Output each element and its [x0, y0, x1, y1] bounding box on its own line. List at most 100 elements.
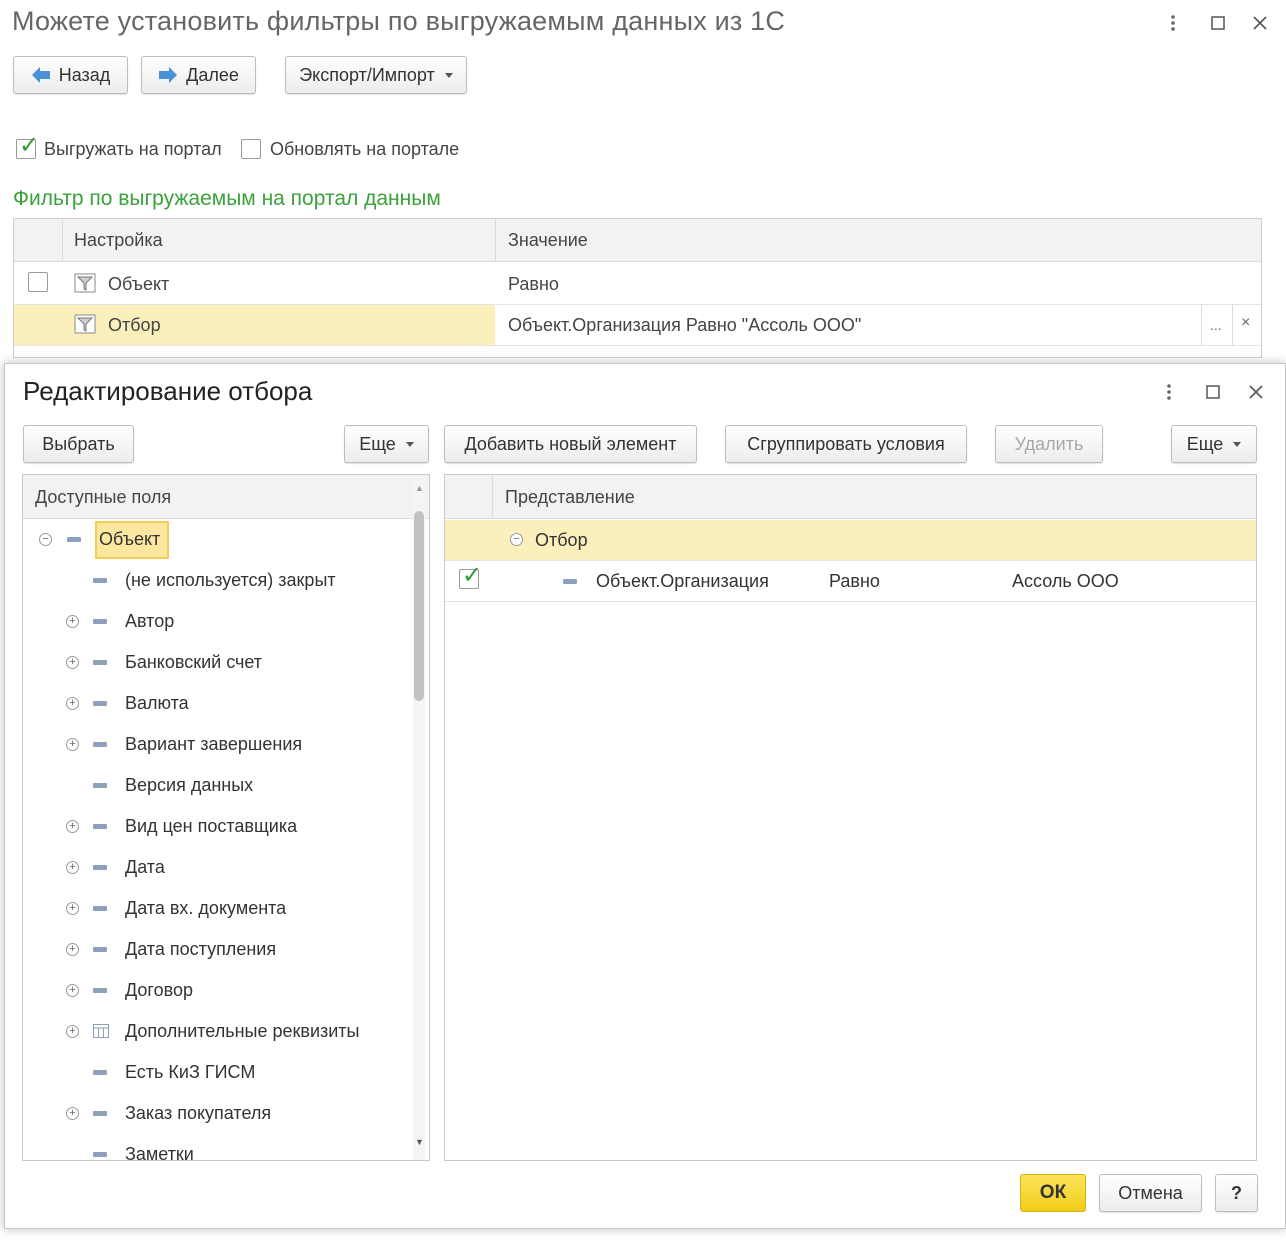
help-button[interactable]: ? — [1215, 1174, 1258, 1212]
expand-icon[interactable]: + — [66, 1025, 79, 1038]
tree-item[interactable]: + Вариант завершения — [23, 724, 411, 765]
delete-button[interactable]: Удалить — [995, 425, 1103, 463]
group-conditions-button[interactable]: Сгруппировать условия — [725, 425, 967, 463]
field-icon — [93, 701, 107, 706]
tree-item[interactable]: + Банковский счет — [23, 642, 411, 683]
expand-icon[interactable]: + — [66, 615, 79, 628]
maximize-icon[interactable] — [1207, 12, 1229, 34]
tree-item[interactable]: Заметки — [23, 1134, 411, 1160]
expand-icon[interactable]: + — [66, 820, 79, 833]
available-fields-tree: − Объект (не используется) закрыт + Автор + Ба… — [23, 519, 411, 1160]
field-icon — [93, 947, 107, 952]
scroll-down-icon[interactable]: ▼ — [415, 1137, 424, 1147]
chevron-down-icon — [1233, 441, 1242, 447]
upload-checkbox[interactable]: ✓ — [16, 134, 39, 159]
table-icon — [93, 1024, 109, 1043]
tree-item[interactable]: − Объект — [23, 519, 411, 560]
grid-header — [14, 219, 1261, 262]
add-element-button[interactable]: Добавить новый элемент — [444, 425, 697, 463]
filter-group-label[interactable]: Отбор — [535, 530, 588, 551]
condition-value[interactable]: Ассоль ООО — [1012, 571, 1119, 592]
arrow-right-icon — [159, 67, 178, 83]
expand-icon[interactable]: + — [66, 738, 79, 751]
update-label: Обновлять на портале — [270, 139, 460, 159]
presentation-header: Представление — [505, 487, 635, 507]
more-left-label: Еще — [359, 433, 396, 454]
row-value-filter[interactable]: Объект.Организация Равно "Ассоль ООО" — [508, 315, 861, 336]
condition-comparison[interactable]: Равно — [829, 571, 880, 592]
back-button[interactable]: Назад — [13, 56, 128, 94]
collapse-icon[interactable]: − — [39, 533, 52, 546]
field-icon — [93, 660, 107, 665]
row-name-object[interactable]: Объект — [108, 274, 169, 295]
clear-value-icon[interactable]: × — [1241, 314, 1250, 332]
tree-item[interactable]: Есть КиЗ ГИСМ — [23, 1052, 411, 1093]
expand-icon[interactable]: + — [66, 1107, 79, 1120]
tree-item-label: Есть КиЗ ГИСМ — [125, 1062, 256, 1082]
tree-item-label: Договор — [125, 980, 193, 1000]
more-vertical-icon[interactable] — [1158, 381, 1180, 403]
next-button-label: Далее — [186, 64, 239, 85]
tree-item[interactable]: Версия данных — [23, 765, 411, 806]
more-left-button[interactable]: Еще — [344, 425, 429, 463]
tree-item[interactable]: + Дата — [23, 847, 411, 888]
tree-item[interactable]: + Заказ покупателя — [23, 1093, 411, 1134]
expand-icon[interactable]: + — [66, 861, 79, 874]
select-button[interactable]: Выбрать — [23, 425, 134, 463]
expand-icon[interactable]: + — [66, 984, 79, 997]
available-fields-header: Доступные поля — [35, 487, 172, 507]
dialog-title: Редактирование отбора — [23, 376, 313, 406]
expand-icon[interactable]: + — [66, 656, 79, 669]
maximize-icon[interactable] — [1202, 381, 1224, 403]
field-icon — [93, 906, 107, 911]
tree-item[interactable]: + Вид цен поставщика — [23, 806, 411, 847]
row-value-object[interactable]: Равно — [508, 274, 559, 295]
tree-item[interactable]: + Дата вх. документа — [23, 888, 411, 929]
checkmark-icon: ✓ — [462, 562, 483, 589]
tree-item[interactable]: + Дата поступления — [23, 929, 411, 970]
field-icon — [93, 1152, 107, 1157]
update-checkbox[interactable] — [241, 139, 261, 159]
condition-field[interactable]: Объект.Организация — [596, 571, 769, 592]
expand-icon[interactable]: + — [66, 902, 79, 915]
tree-item[interactable]: + Автор — [23, 601, 411, 642]
close-icon[interactable] — [1249, 12, 1271, 34]
field-icon — [93, 742, 107, 747]
more-right-button[interactable]: Еще — [1171, 425, 1257, 463]
scrollbar-thumb[interactable] — [414, 511, 424, 701]
ok-button[interactable]: ОК — [1020, 1174, 1086, 1212]
condition-checkbox[interactable]: ✓ — [459, 564, 482, 589]
tree-item[interactable]: + Валюта — [23, 683, 411, 724]
available-fields-panel: Доступные поля − Объект (не используется) … — [22, 474, 430, 1161]
expand-icon[interactable]: + — [66, 943, 79, 956]
tree-item[interactable]: (не используется) закрыт — [23, 560, 411, 601]
tree-item-label: Валюта — [125, 693, 189, 713]
help-button-label: ? — [1231, 1182, 1242, 1203]
tree-item-label: Дополнительные реквизиты — [125, 1021, 360, 1041]
tree-item[interactable]: + Дополнительные реквизиты — [23, 1011, 411, 1052]
window-title: Можете установить фильтры по выгружаемым… — [12, 6, 786, 36]
next-button[interactable]: Далее — [141, 56, 256, 94]
close-icon[interactable] — [1245, 381, 1267, 403]
ellipsis-button[interactable]: ... — [1210, 317, 1222, 333]
collapse-icon[interactable]: − — [510, 533, 523, 546]
checkmark-icon: ✓ — [19, 132, 40, 159]
tree-item-label: Версия данных — [125, 775, 254, 795]
more-vertical-icon[interactable] — [1162, 12, 1184, 34]
scroll-up-icon[interactable]: ▲ — [415, 483, 424, 493]
tree-item-label: Заказ покупателя — [125, 1103, 272, 1123]
filter-conditions-panel: Представление − Отбор ✓ Объект.Организац… — [444, 474, 1257, 1161]
ok-button-label: ОК — [1039, 1182, 1067, 1203]
export-import-button[interactable]: Экспорт/Импорт — [285, 56, 467, 94]
field-icon — [563, 579, 577, 584]
tree-item[interactable]: + Договор — [23, 970, 411, 1011]
row-checkbox[interactable] — [28, 272, 48, 292]
cancel-button[interactable]: Отмена — [1099, 1174, 1202, 1212]
add-element-label: Добавить новый элемент — [464, 433, 677, 454]
tree-item-label: Вид цен поставщика — [125, 816, 298, 836]
row-name-filter[interactable]: Отбор — [108, 315, 161, 336]
expand-icon[interactable]: + — [66, 697, 79, 710]
filter-edit-dialog: Редактирование отбора Выбрать Еще Добави… — [4, 363, 1286, 1229]
filter-settings-grid: Настройка Значение Объект Равно Отбор Об… — [13, 218, 1262, 358]
group-conditions-label: Сгруппировать условия — [747, 433, 945, 454]
